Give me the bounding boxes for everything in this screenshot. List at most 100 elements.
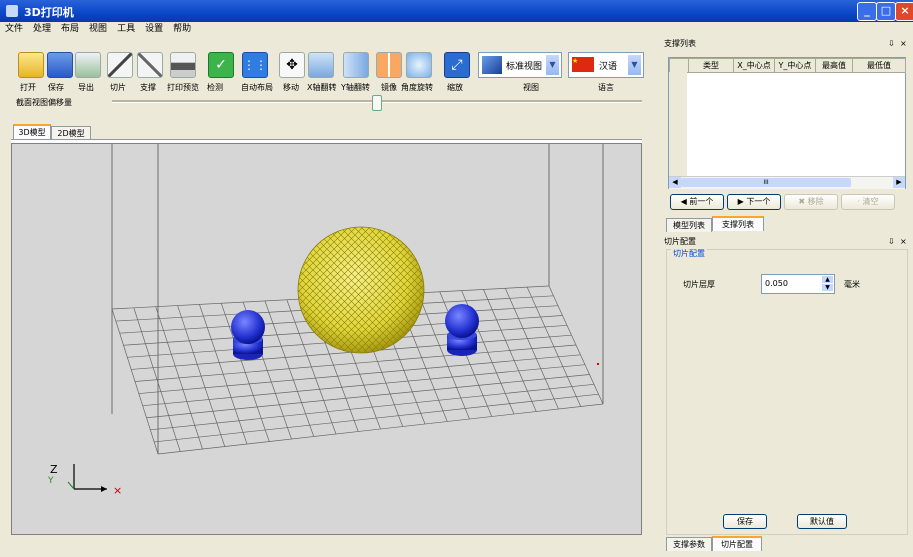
tab-3d-model[interactable]: 3D模型 [13, 124, 51, 139]
chevron-down-icon[interactable]: ▼ [546, 55, 559, 75]
menu-bar: 文件 处理 布局 视图 工具 设置 帮助 [0, 22, 660, 36]
clear-icon: · [857, 197, 860, 206]
prev-label: 前一个 [689, 197, 714, 206]
menu-view[interactable]: 视图 [84, 22, 112, 36]
x-rotate-button[interactable] [308, 52, 334, 78]
save-button[interactable]: 保存 [723, 514, 767, 529]
chevron-right-icon[interactable]: ▶ [893, 177, 905, 188]
col-type[interactable]: 类型 [688, 58, 734, 73]
support-label: 支撑 [140, 83, 156, 92]
next-label: 下一个 [746, 197, 771, 206]
maximize-button[interactable]: □ [876, 2, 896, 21]
horizontal-scrollbar[interactable]: ◀ III ▶ [669, 176, 905, 189]
y-rotate-button[interactable] [343, 52, 369, 78]
view-select[interactable]: 标准视图 ▼ [478, 52, 562, 78]
scene-canvas: × [67, 144, 604, 497]
open-button[interactable] [18, 52, 44, 78]
menu-file[interactable]: 文件 [0, 22, 28, 36]
save-button[interactable] [47, 52, 73, 78]
export-icon [75, 52, 101, 78]
clear-label: 清空 [862, 197, 879, 206]
menu-process[interactable]: 处理 [28, 22, 56, 36]
tab-support-list[interactable]: 支撑列表 [712, 216, 764, 231]
section-offset-label: 截面视图偏移量 [16, 98, 72, 107]
col-max[interactable]: 最高值 [815, 58, 853, 73]
3d-viewport[interactable]: × Z Y [11, 143, 642, 535]
slice-panel-title: 切片配置 [664, 237, 696, 246]
tab-support-params[interactable]: 支撑参数 [666, 537, 712, 551]
scale-button[interactable]: ⤢ [444, 52, 470, 78]
arrow-right-icon: ▶ [737, 197, 744, 206]
support-panel-title: 支撑列表 [664, 39, 696, 48]
export-button[interactable] [75, 52, 101, 78]
close-panel-icon[interactable]: × [900, 236, 907, 248]
next-button[interactable]: ▶ 下一个 [727, 194, 781, 210]
clear-button[interactable]: · 清空 [841, 194, 895, 210]
default-button[interactable]: 默认值 [797, 514, 847, 529]
sphere-model[interactable] [297, 226, 425, 354]
close-button[interactable]: × [895, 2, 913, 21]
move-label: 移动 [283, 83, 299, 92]
layer-thickness-value[interactable]: 0.050 [765, 279, 788, 288]
print-preview-button[interactable] [170, 52, 196, 78]
menu-layout[interactable]: 布局 [56, 22, 84, 36]
rotate-icon [406, 52, 432, 78]
prev-button[interactable]: ◀ 前一个 [670, 194, 724, 210]
col-x-center[interactable]: X_中心点 [733, 58, 775, 73]
check-button[interactable]: ✓ [208, 52, 234, 78]
open-label: 打开 [20, 83, 36, 92]
section-offset-slider[interactable] [372, 95, 382, 111]
chevron-left-icon[interactable]: ◀ [669, 177, 681, 188]
angle-rotate-button[interactable] [406, 52, 432, 78]
y-rotate-label: Y轴翻转 [341, 83, 370, 92]
slice-button[interactable] [107, 52, 133, 78]
chevron-up-icon[interactable]: ▲ [822, 276, 833, 283]
pin-icon[interactable]: ⇩ [888, 236, 895, 248]
auto-layout-button[interactable]: ⋮⋮ [242, 52, 268, 78]
floppy-icon [47, 52, 73, 78]
x-flip-icon [308, 52, 334, 78]
support-list-table[interactable]: 类型 X_中心点 Y_中心点 最高值 最低值 ◀ III ▶ [668, 57, 906, 189]
x-rotate-label: X轴翻转 [307, 83, 337, 92]
unit-label: 毫米 [844, 280, 860, 289]
language-select[interactable]: ★ 汉语 ▼ [568, 52, 644, 78]
slice-label: 切片 [110, 83, 126, 92]
tab-slice-config[interactable]: 切片配置 [712, 536, 762, 551]
layer-thickness-label: 切片层厚 [683, 280, 715, 289]
scale-label: 缩放 [447, 83, 463, 92]
remove-button[interactable]: ✖ 移除 [784, 194, 838, 210]
auto-layout-label: 自动布局 [241, 83, 273, 92]
slice-group-title: 切片配置 [671, 248, 707, 259]
move-arrows-icon: ✥ [279, 52, 305, 78]
chevron-down-icon[interactable]: ▼ [822, 284, 833, 291]
mirror-label: 镜像 [381, 83, 397, 92]
x-axis-icon: × [113, 484, 122, 497]
title-bar: 3D打印机 _ □ × [0, 0, 913, 22]
col-min[interactable]: 最低值 [852, 58, 906, 73]
menu-help[interactable]: 帮助 [168, 22, 196, 36]
check-label: 检测 [207, 83, 223, 92]
scroll-thumb[interactable]: III [681, 178, 851, 187]
y-flip-icon [343, 52, 369, 78]
arrow-left-icon: ◀ [680, 197, 687, 206]
support-button[interactable] [137, 52, 163, 78]
slice-config-group: 切片配置 切片层厚 0.050 ▲ ▼ 毫米 保存 默认值 [666, 248, 908, 535]
tab-model-list[interactable]: 模型列表 [666, 218, 712, 232]
col-y-center[interactable]: Y_中心点 [774, 58, 816, 73]
pin-icon[interactable]: ⇩ [888, 38, 895, 50]
chevron-down-icon[interactable]: ▼ [628, 55, 641, 75]
tab-2d-model[interactable]: 2D模型 [51, 126, 91, 140]
menu-settings[interactable]: 设置 [140, 22, 168, 36]
export-label: 导出 [78, 83, 94, 92]
layer-thickness-stepper[interactable]: 0.050 ▲ ▼ [761, 274, 835, 294]
move-button[interactable]: ✥ [279, 52, 305, 78]
small-model-left[interactable] [231, 310, 265, 360]
save-label: 保存 [48, 83, 64, 92]
angle-rotate-label: 角度旋转 [401, 83, 433, 92]
small-model-right[interactable] [445, 304, 479, 356]
view-select-value: 标准视图 [506, 62, 543, 72]
mirror-button[interactable] [376, 52, 402, 78]
minimize-button[interactable]: _ [857, 2, 877, 21]
close-panel-icon[interactable]: × [900, 38, 907, 50]
menu-tools[interactable]: 工具 [112, 22, 140, 36]
